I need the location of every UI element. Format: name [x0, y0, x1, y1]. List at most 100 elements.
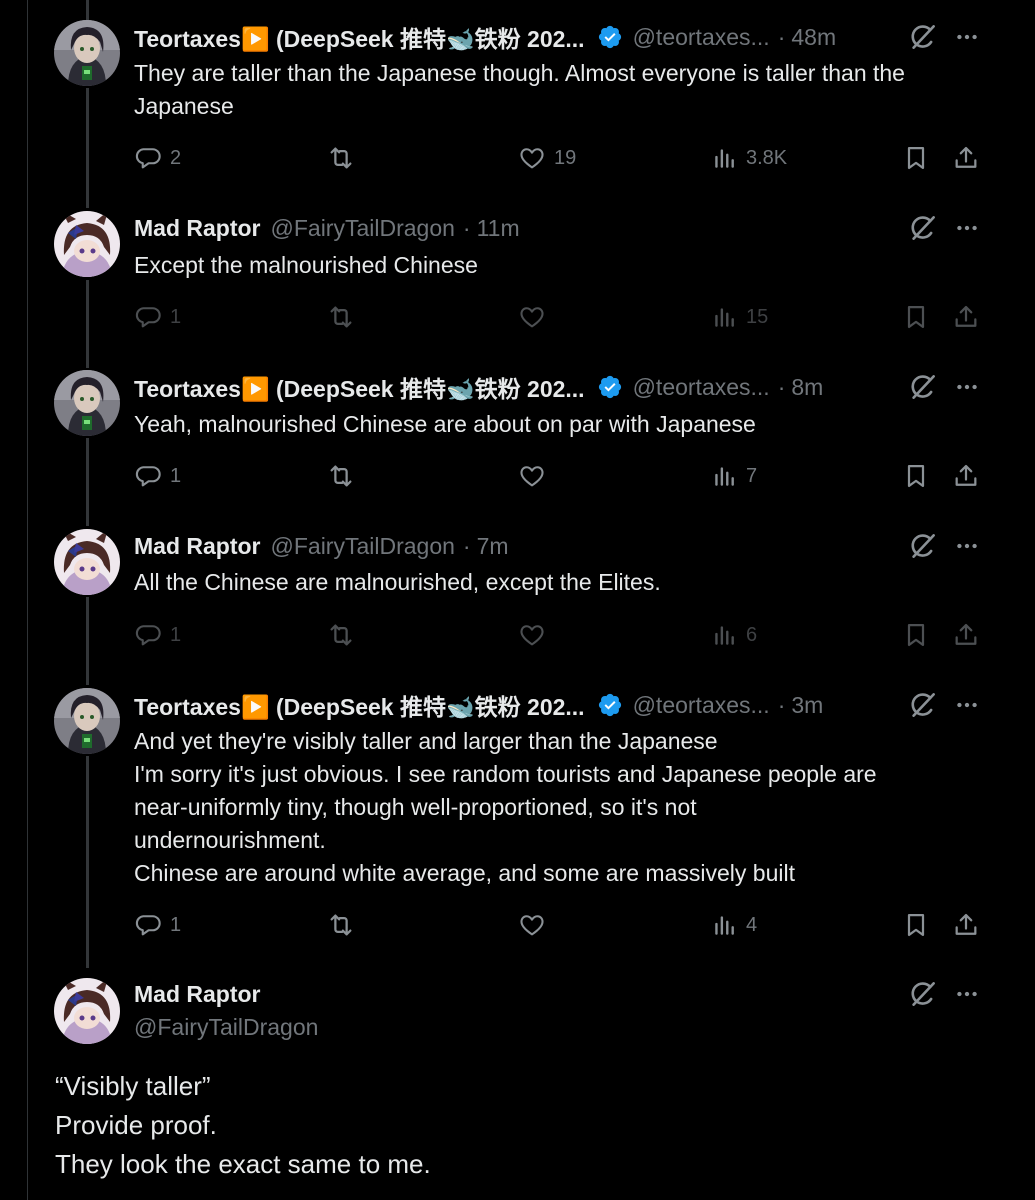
tweet-text-line: They are taller than the Japanese though…: [134, 60, 905, 86]
timestamp[interactable]: 7m: [477, 533, 509, 560]
share-button[interactable]: [952, 910, 980, 940]
tweet-text-line: All the Chinese are malnourished, except…: [134, 569, 661, 595]
retweet-button[interactable]: [326, 302, 356, 332]
grok-icon[interactable]: [906, 370, 940, 404]
tweet-actions: 1 6: [134, 620, 994, 650]
retweet-button[interactable]: [326, 143, 356, 173]
timestamp[interactable]: 8m: [791, 374, 823, 401]
bookmark-icon: [902, 621, 930, 649]
author-handle[interactable]: @FairyTailDragon: [134, 1011, 318, 1044]
verified-badge-icon: [597, 692, 623, 718]
avatar[interactable]: [54, 20, 120, 86]
author-handle[interactable]: @FairyTailDragon: [271, 533, 455, 560]
more-icon[interactable]: [952, 213, 982, 243]
retweet-icon: [326, 620, 356, 650]
views-button[interactable]: 7: [712, 461, 757, 491]
reply-button[interactable]: 1: [134, 302, 181, 332]
reply-icon: [134, 462, 162, 490]
bookmark-button[interactable]: [902, 143, 930, 173]
reply-button[interactable]: 1: [134, 461, 181, 491]
grok-icon[interactable]: [906, 977, 940, 1011]
tweet-text-line: undernourishment.: [134, 827, 326, 853]
author-name[interactable]: Teortaxes▶️ (DeepSeek 推特🐋铁粉 202...: [134, 20, 585, 54]
reply-button[interactable]: 1: [134, 910, 181, 940]
more-icon[interactable]: [952, 690, 982, 720]
tweet-text-line: Japanese: [134, 93, 234, 119]
views-button[interactable]: 3.8K: [712, 143, 787, 173]
tweet-text: And yet they're visibly taller and large…: [134, 725, 994, 890]
thread-line: [86, 88, 89, 208]
separator-dot: ·: [777, 23, 786, 50]
retweet-icon: [326, 461, 356, 491]
verified-badge-icon: [597, 374, 623, 400]
share-icon: [952, 303, 980, 331]
reply-count: 1: [170, 623, 182, 646]
bookmark-button[interactable]: [902, 302, 930, 332]
author-name[interactable]: Teortaxes▶️ (DeepSeek 推特🐋铁粉 202...: [134, 688, 585, 722]
more-icon[interactable]: [952, 22, 982, 52]
like-button[interactable]: [518, 620, 554, 650]
views-count: 6: [746, 623, 758, 646]
retweet-icon: [326, 143, 356, 173]
reply-button[interactable]: 1: [134, 620, 181, 650]
grok-icon[interactable]: [906, 211, 940, 245]
reply-icon: [134, 911, 162, 939]
bookmark-icon: [902, 144, 930, 172]
like-button[interactable]: [518, 910, 554, 940]
share-button[interactable]: [952, 302, 980, 332]
timestamp[interactable]: 3m: [791, 692, 823, 719]
like-button[interactable]: [518, 461, 554, 491]
author-handle[interactable]: @teortaxes...: [633, 24, 770, 51]
like-button[interactable]: [518, 302, 554, 332]
avatar[interactable]: [54, 688, 120, 754]
tweet-actions: 1 4: [134, 910, 994, 940]
views-icon: [712, 145, 738, 171]
views-button[interactable]: 15: [712, 302, 768, 332]
share-button[interactable]: [952, 620, 980, 650]
like-button[interactable]: 19: [518, 143, 576, 173]
author-name[interactable]: Mad Raptor: [134, 215, 261, 242]
grok-icon[interactable]: [906, 529, 940, 563]
like-icon: [518, 911, 546, 939]
timestamp[interactable]: 11m: [477, 215, 520, 242]
tweet-text-line: near-uniformly tiny, though well-proport…: [134, 794, 697, 820]
views-button[interactable]: 4: [712, 910, 757, 940]
share-button[interactable]: [952, 143, 980, 173]
avatar[interactable]: [54, 978, 120, 1044]
author-name[interactable]: Teortaxes▶️ (DeepSeek 推特🐋铁粉 202...: [134, 370, 585, 404]
author-handle[interactable]: @teortaxes...: [633, 374, 770, 401]
tweet-text: “Visibly taller” Provide proof. They loo…: [55, 1067, 995, 1184]
author-name[interactable]: Mad Raptor: [134, 978, 318, 1011]
avatar[interactable]: [54, 211, 120, 277]
retweet-button[interactable]: [326, 620, 356, 650]
tweet-text-line: “Visibly taller”: [55, 1071, 211, 1101]
retweet-button[interactable]: [326, 461, 356, 491]
tweet-actions: 1 15: [134, 302, 994, 332]
share-button[interactable]: [952, 461, 980, 491]
author-name[interactable]: Mad Raptor: [134, 533, 261, 560]
share-icon: [952, 144, 980, 172]
views-icon: [712, 622, 738, 648]
bookmark-button[interactable]: [902, 461, 930, 491]
reply-button[interactable]: 2: [134, 143, 181, 173]
more-icon[interactable]: [952, 372, 982, 402]
reply-count: 1: [170, 305, 182, 328]
bookmark-button[interactable]: [902, 910, 930, 940]
grok-icon[interactable]: [906, 688, 940, 722]
tweet-text-line: And yet they're visibly taller and large…: [134, 728, 718, 754]
avatar[interactable]: [54, 370, 120, 436]
grok-icon[interactable]: [906, 20, 940, 54]
author-handle[interactable]: @FairyTailDragon: [271, 215, 455, 242]
bookmark-button[interactable]: [902, 620, 930, 650]
views-button[interactable]: 6: [712, 620, 757, 650]
avatar[interactable]: [54, 529, 120, 595]
reply-count: 2: [170, 146, 182, 169]
author-handle[interactable]: @teortaxes...: [633, 692, 770, 719]
reply-icon: [134, 303, 162, 331]
separator-dot: ·: [777, 373, 786, 400]
timestamp[interactable]: 48m: [791, 24, 836, 51]
more-icon[interactable]: [952, 531, 982, 561]
share-icon: [952, 911, 980, 939]
retweet-button[interactable]: [326, 910, 356, 940]
more-icon[interactable]: [952, 979, 982, 1009]
